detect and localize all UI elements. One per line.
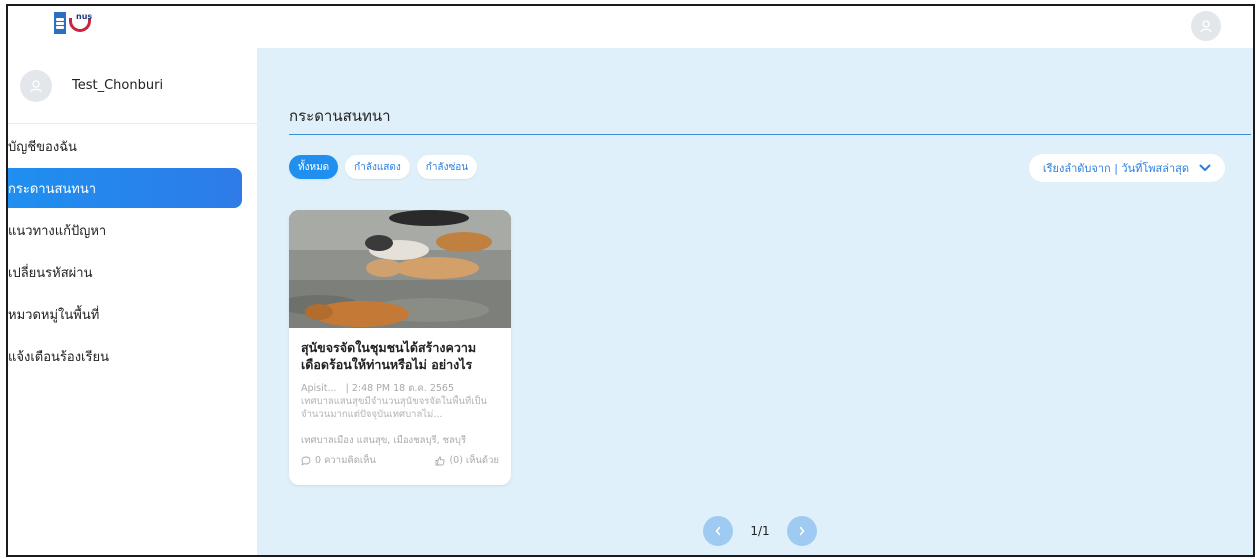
chevron-down-icon <box>1199 164 1211 171</box>
avatar <box>20 69 52 102</box>
sidebar-item-complaint-alerts[interactable]: แจ้งเตือนร้องเรียน <box>8 336 257 376</box>
undp-logo-icon <box>54 12 66 34</box>
filter-all-chip[interactable]: ทั้งหมด <box>289 155 339 179</box>
sidebar-item-solutions[interactable]: แนวทางแก้ปัญหา <box>8 210 257 250</box>
profile-section: Test_Chonburi <box>8 48 257 124</box>
post-card[interactable]: สุนัขจรจัดในชุมชนได้สร้างความเดือดร้อนให… <box>289 210 511 485</box>
post-footer: 0 ความคิดเห็น (0) เห็นด้วย <box>301 453 499 468</box>
pagination: 1/1 <box>703 516 817 546</box>
filter-hidden-chip[interactable]: กำลังซ่อน <box>416 155 478 179</box>
prev-page-button[interactable] <box>703 516 733 546</box>
main-content: กระดานสนทนา ทั้งหมด กำลังแสดง กำลังซ่อน … <box>257 48 1253 555</box>
logo: nus <box>54 12 99 34</box>
user-icon <box>1200 20 1212 33</box>
user-avatar-button[interactable] <box>1191 11 1221 41</box>
page-title: กระดานสนทนา <box>289 107 391 125</box>
post-image <box>289 210 511 328</box>
stray-dogs-photo <box>289 210 511 328</box>
thumbs-up-icon <box>435 456 446 465</box>
comment-icon <box>301 456 311 466</box>
chevron-right-icon <box>799 526 805 536</box>
brand-mark-icon: nus <box>69 12 99 34</box>
post-title: สุนัขจรจัดในชุมชนได้สร้างความเดือดร้อนให… <box>301 340 477 372</box>
next-page-button[interactable] <box>787 516 817 546</box>
sidebar-item-my-account[interactable]: บัญชีของฉัน <box>8 126 257 166</box>
filter-showing-chip[interactable]: กำลังแสดง <box>345 155 410 179</box>
filter-chips: ทั้งหมด กำลังแสดง กำลังซ่อน <box>289 155 478 179</box>
post-location: เทศบาลเมือง แสนสุข, เมืองชลบุรี, ชลบุรี <box>301 435 467 446</box>
post-datetime: | 2:48 PM 18 ต.ค. 2565 <box>345 383 454 394</box>
sidebar-item-area-categories[interactable]: หมวดหมู่ในพื้นที่ <box>8 294 257 334</box>
post-author: Apisit... <box>301 383 337 394</box>
post-excerpt: เทศบาลแสนสุขมีจำนวนสุนัขจรจัดในพื้นที่เป… <box>301 396 488 420</box>
chevron-left-icon <box>715 526 721 536</box>
profile-name: Test_Chonburi <box>72 78 164 93</box>
page-indicator: 1/1 <box>750 524 770 538</box>
agree-count-label: (0) เห็นด้วย <box>449 455 499 466</box>
sort-label: เรียงลำดับจาก | วันที่โพสล่าสุด <box>1042 162 1189 175</box>
app-window: nus Test_Chonburi บัญชีของฉัน กระดานสนทน… <box>6 4 1255 557</box>
user-icon <box>30 79 42 92</box>
sort-dropdown[interactable]: เรียงลำดับจาก | วันที่โพสล่าสุด <box>1028 154 1225 182</box>
comment-count-label: 0 ความคิดเห็น <box>315 455 376 466</box>
agree-button[interactable]: (0) เห็นด้วย <box>435 453 499 468</box>
sidebar-nav: บัญชีของฉัน กระดานสนทนา แนวทางแก้ปัญหา เ… <box>8 126 257 376</box>
comment-count[interactable]: 0 ความคิดเห็น <box>301 453 376 468</box>
post-meta: Apisit... | 2:48 PM 18 ต.ค. 2565 <box>301 382 499 395</box>
top-bar: nus <box>8 6 1253 48</box>
title-divider <box>289 134 1251 135</box>
sidebar: Test_Chonburi บัญชีของฉัน กระดานสนทนา แน… <box>8 48 257 555</box>
sidebar-item-change-password[interactable]: เปลี่ยนรหัสผ่าน <box>8 252 257 292</box>
sidebar-item-discussion-board[interactable]: กระดานสนทนา <box>8 168 242 208</box>
